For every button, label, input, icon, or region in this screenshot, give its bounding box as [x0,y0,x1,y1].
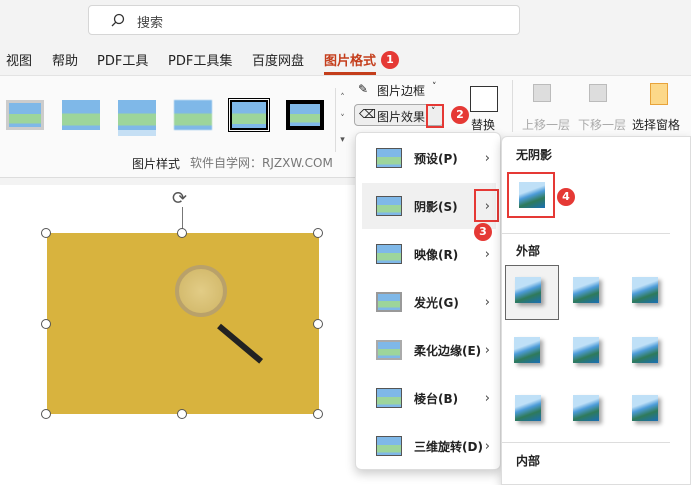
send-backward-button[interactable]: 下移一层 [578,116,626,133]
highlight-box-4 [507,172,555,218]
reflection-icon [376,244,402,264]
menu-item-label: 映像(R) [414,247,459,262]
soft-edges-icon [376,340,402,360]
tab-help[interactable]: 帮助 [52,50,78,69]
step-badge-2: 2 [451,106,469,124]
resize-handle[interactable] [313,409,323,419]
menu-item-label: 棱台(B) [414,391,459,406]
resize-handle[interactable] [41,409,51,419]
style-thumb-6[interactable] [286,100,324,130]
bring-forward-button[interactable]: 上移一层 [522,116,570,133]
replace-button[interactable]: 替换 [471,116,495,133]
resize-handle[interactable] [41,228,51,238]
picture-effects-label: 图片效果 [377,110,426,124]
style-thumb-5[interactable] [228,98,270,132]
menu-item-label: 柔化边缘(E) [414,343,482,358]
outer-shadow-option[interactable] [515,395,541,421]
resize-handle[interactable] [41,319,51,329]
selection-pane-button[interactable]: 选择窗格 [632,116,680,133]
resize-handle[interactable] [313,319,323,329]
inner-heading: 内部 [516,454,541,468]
menu-item-label: 发光(G) [414,295,459,310]
group-label: 图片样式 [132,157,181,171]
menu-item-preset[interactable]: 预设(P) › [362,135,496,181]
step-badge-1: 1 [381,51,399,69]
no-shadow-heading: 无阴影 [516,148,553,162]
outer-heading: 外部 [516,244,541,258]
menu-item-bevel[interactable]: 棱台(B) › [362,375,496,421]
menu-item-glow[interactable]: 发光(G) › [362,279,496,325]
resize-handle[interactable] [177,228,187,238]
tab-baidu-netdisk[interactable]: 百度网盘 [252,50,304,69]
step-badge-3: 3 [474,223,492,241]
style-thumb-3[interactable] [118,100,156,130]
bevel-icon [376,388,402,408]
tab-pdf-toolset[interactable]: PDF工具集 [168,50,232,69]
search-icon [111,13,125,27]
shadow-icon [376,196,402,216]
gallery-scroll[interactable]: ˄ ˅ ▾ [335,88,349,152]
menu-item-3d-rotation[interactable]: 三维旋转(D) › [362,423,496,469]
outer-shadow-option[interactable] [632,337,658,363]
step-badge-4: 4 [557,188,575,206]
tab-picture-format[interactable]: 图片格式 [324,50,377,75]
menu-item-label: 三维旋转(D) [414,439,483,454]
outer-shadow-option[interactable] [573,337,599,363]
bring-forward-icon [533,84,551,102]
picture-effects-menu: 预设(P) › 阴影(S) › 映像(R) › 发光(G) › 柔化边缘(E) › 棱台(… [355,132,501,470]
outer-shadow-option[interactable] [515,277,541,303]
magnifier-handle [217,323,264,364]
highlight-box-3 [474,189,499,222]
3d-rotation-icon [376,436,402,456]
outer-shadow-option[interactable] [514,337,540,363]
chevron-down-icon[interactable]: ˅ [431,107,436,117]
style-thumb-1[interactable] [6,100,44,130]
style-thumb-4[interactable] [174,100,212,130]
preset-icon [376,148,402,168]
outer-shadow-option[interactable] [632,277,658,303]
outer-shadow-option[interactable] [632,395,658,421]
style-thumb-2[interactable] [62,100,100,130]
send-backward-icon [589,84,607,102]
search-placeholder: 搜索 [137,16,164,31]
picture-border-button[interactable]: 图片边框 [377,82,425,99]
magnifier-lens [175,265,227,317]
pen-icon: ✎ [358,82,369,96]
replace-icon [470,86,498,112]
selection-pane-icon [650,83,668,105]
menu-item-label: 预设(P) [414,151,458,166]
tab-view[interactable]: 视图 [6,50,32,69]
resize-handle[interactable] [177,409,187,419]
outer-shadow-option[interactable] [573,395,599,421]
shadow-submenu: 无阴影 4 外部 内部 [501,136,691,485]
glow-icon [376,292,402,312]
outer-shadow-option[interactable] [573,277,599,303]
resize-handle[interactable] [313,228,323,238]
tab-pdf-tools[interactable]: PDF工具 [97,50,148,69]
selected-picture[interactable] [47,233,319,414]
rotate-handle-icon[interactable]: ⟳ [172,188,187,209]
watermark: 软件自学网：RJZXW.COM [190,156,333,170]
menu-item-soft-edges[interactable]: 柔化边缘(E) › [362,327,496,373]
search-box[interactable]: 搜索 [88,5,520,35]
menu-item-label: 阴影(S) [414,199,458,214]
eraser-icon: ⌫ [359,107,376,121]
